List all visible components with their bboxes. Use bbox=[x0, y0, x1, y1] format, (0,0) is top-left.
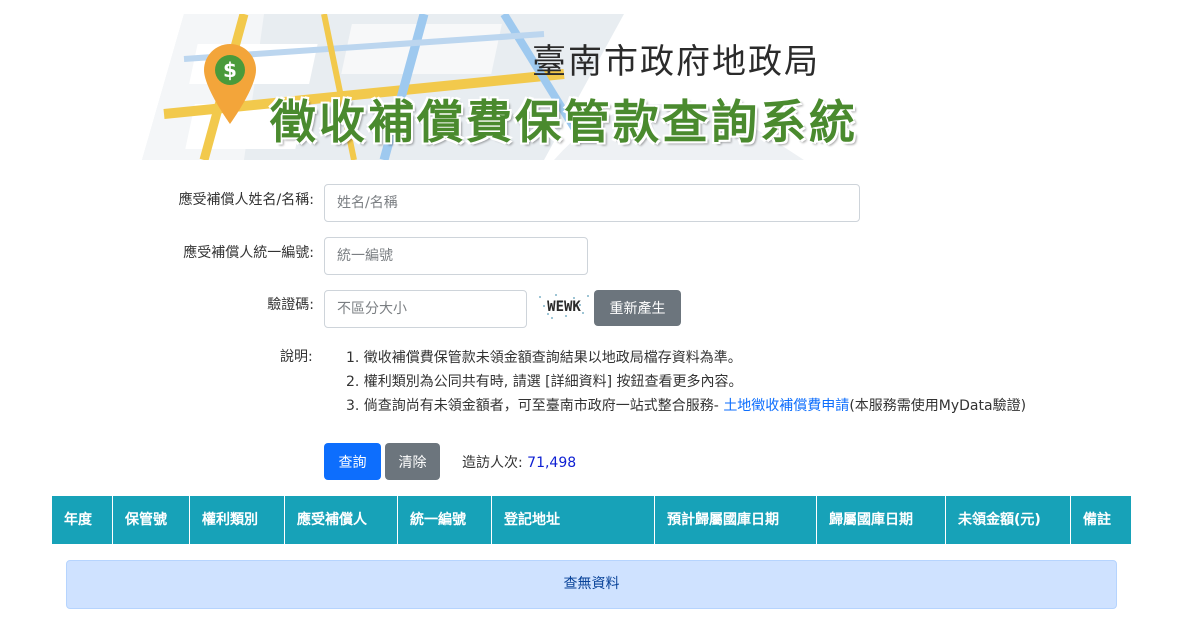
clear-button[interactable]: 清除 bbox=[385, 443, 440, 480]
name-input[interactable] bbox=[324, 184, 860, 222]
column-header-compensee: 應受補償人 bbox=[285, 496, 398, 544]
results-table-header: 年度 保管號 權利類別 應受補償人 統一編號 登記地址 預計歸屬國庫日期 歸屬國… bbox=[52, 496, 1131, 544]
column-header-unclaimed-amount: 未領金額(元) bbox=[946, 496, 1071, 544]
visitor-counter: 造訪人次: 71,498 bbox=[462, 455, 577, 471]
notes-list: 1. 徵收補償費保管款未領金額查詢結果以地政局檔存資料為準。 2. 權利類別為公… bbox=[346, 346, 1026, 418]
visitor-count: 71,498 bbox=[527, 455, 577, 471]
no-data-alert: 查無資料 bbox=[66, 560, 1117, 609]
note-item-3: 3. 倘查詢尚有未領金額者，可至臺南市政府一站式整合服務- 土地徵收補償費申請(… bbox=[346, 398, 1027, 414]
captcha-label: 驗證碼: bbox=[267, 297, 314, 313]
column-header-right-type: 權利類別 bbox=[190, 496, 285, 544]
query-button[interactable]: 查詢 bbox=[324, 443, 381, 480]
svg-text:$: $ bbox=[223, 58, 237, 82]
captcha-input[interactable] bbox=[324, 290, 527, 328]
name-label: 應受補償人姓名/名稱: bbox=[178, 192, 314, 208]
regenerate-captcha-button[interactable]: 重新產生 bbox=[594, 290, 681, 326]
column-header-expected-date: 預計歸屬國庫日期 bbox=[655, 496, 817, 544]
column-header-address: 登記地址 bbox=[492, 496, 655, 544]
column-header-remarks: 備註 bbox=[1083, 512, 1111, 528]
column-header-unified-no: 統一編號 bbox=[398, 496, 492, 544]
system-title: 徵收補償費保管款查詢系統 bbox=[270, 95, 858, 149]
land-compensation-link[interactable]: 土地徵收補償費申請 bbox=[723, 398, 849, 414]
id-input[interactable] bbox=[324, 237, 588, 275]
note-item-1: 1. 徵收補償費保管款未領金額查詢結果以地政局檔存資料為準。 bbox=[346, 350, 742, 366]
column-header-year: 年度 bbox=[52, 496, 113, 544]
svg-text:WEWK: WEWK bbox=[547, 299, 581, 315]
header-banner: $ 臺南市政府地政局 徵收補償費保管款查詢系統 bbox=[124, 14, 874, 160]
id-label: 應受補償人統一編號: bbox=[183, 245, 314, 261]
captcha-image: WEWK bbox=[536, 292, 592, 320]
notes-label: 說明: bbox=[280, 349, 313, 365]
column-header-treasury-date: 歸屬國庫日期 bbox=[817, 496, 946, 544]
org-name: 臺南市政府地政局 bbox=[532, 42, 820, 82]
column-header-custody-no: 保管號 bbox=[113, 496, 190, 544]
note-item-2: 2. 權利類別為公同共有時, 請選 [詳細資料] 按鈕查看更多內容。 bbox=[346, 374, 743, 390]
